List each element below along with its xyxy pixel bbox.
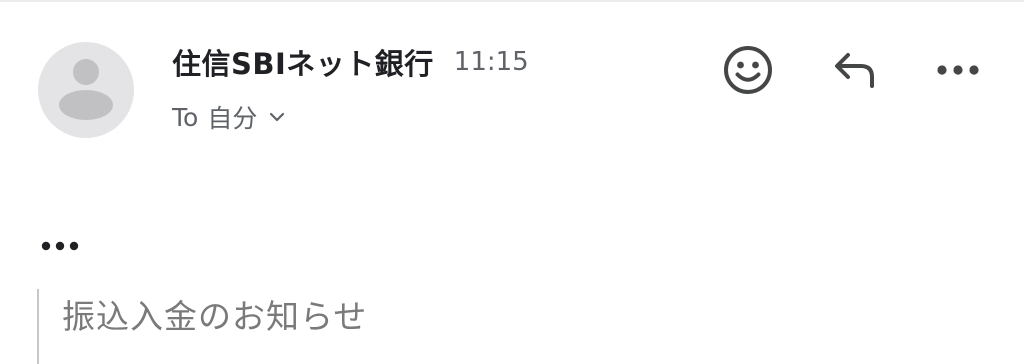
chevron-down-icon — [269, 111, 285, 123]
sender-avatar[interactable] — [38, 42, 134, 138]
more-horizontal-icon — [937, 65, 979, 75]
recipient-details-toggle[interactable]: To 自分 — [172, 98, 285, 136]
recipient-prefix: To — [172, 102, 199, 132]
show-trimmed-content-button[interactable] — [40, 234, 84, 258]
reply-button[interactable] — [822, 38, 886, 102]
quote-bar — [37, 289, 39, 364]
quoted-subject: 振込入金のお知らせ — [62, 297, 368, 336]
top-divider — [0, 0, 1024, 2]
add-reaction-button[interactable] — [716, 38, 780, 102]
recipient-name: 自分 — [207, 104, 258, 133]
message-time: 11:15 — [453, 47, 529, 77]
more-options-button[interactable] — [926, 38, 990, 102]
reply-arrow-icon — [835, 53, 874, 88]
smiley-face-icon — [724, 46, 772, 94]
person-placeholder-icon — [59, 59, 113, 120]
ellipsis-icon — [41, 241, 79, 251]
sender-header: 住信SBIネット銀行 11:15 — [172, 40, 529, 84]
sender-name: 住信SBIネット銀行 — [172, 47, 434, 81]
